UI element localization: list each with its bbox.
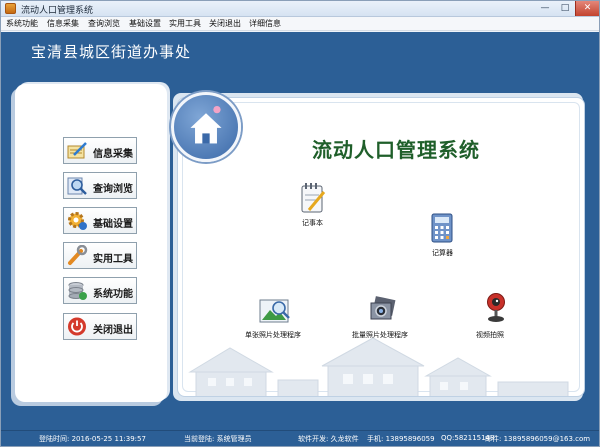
house-logo-icon xyxy=(171,92,241,162)
close-button[interactable]: ✕ xyxy=(575,1,599,16)
nav-panel: 信息采集 查询浏览 基础设置 实用工具 系统功能 关闭退出 xyxy=(15,84,167,402)
nav-settings-button[interactable]: 基础设置 xyxy=(63,207,137,234)
content-panel: 流动人口管理系统 记事本 记算器 单张照片处理程序 批量照片处理程序 视频拍照 xyxy=(177,97,585,397)
menu-collect[interactable]: 信息采集 xyxy=(47,18,79,29)
notebook-pen-icon xyxy=(67,142,87,159)
skyline-illustration xyxy=(188,337,569,396)
database-icon xyxy=(68,282,87,300)
nav-collect-button[interactable]: 信息采集 xyxy=(63,137,137,164)
magnifier-icon xyxy=(67,177,87,195)
menu-details[interactable]: 详细信息 xyxy=(249,18,281,29)
photo-icon xyxy=(259,299,290,323)
status-email: 邮件: 13895896059@163.com xyxy=(485,435,591,443)
maximize-button[interactable]: □ xyxy=(555,1,575,16)
nav-settings-label: 基础设置 xyxy=(93,219,133,230)
main-area: 宝清县城区街道办事处 信息采集 查询浏览 基础设置 实用工具 系统功能 关闭退出… xyxy=(1,32,599,430)
power-icon xyxy=(68,317,86,336)
title-bar[interactable]: 流动人口管理系统 — □ ✕ xyxy=(1,1,599,17)
calculator-icon xyxy=(431,213,453,243)
nav-collect-label: 信息采集 xyxy=(93,149,133,160)
tool-calculator-label: 记算器 xyxy=(432,249,453,257)
nav-system-label: 系统功能 xyxy=(93,289,133,300)
menu-exit[interactable]: 关闭退出 xyxy=(209,18,241,29)
status-developer: 软件开发: 久龙软件 xyxy=(298,435,359,443)
tool-notepad-label: 记事本 xyxy=(302,219,323,227)
window-title: 流动人口管理系统 xyxy=(21,6,94,16)
nav-exit-button[interactable]: 关闭退出 xyxy=(63,313,137,340)
status-login-time: 登陆时间: 2016-05-25 11:39:57 xyxy=(39,435,146,443)
menu-query[interactable]: 查询浏览 xyxy=(88,18,120,29)
nav-system-button[interactable]: 系统功能 xyxy=(63,277,137,304)
minimize-button[interactable]: — xyxy=(535,1,555,16)
nav-tools-button[interactable]: 实用工具 xyxy=(63,242,137,269)
system-title: 流动人口管理系统 xyxy=(312,138,480,162)
wrench-icon xyxy=(68,245,88,265)
menu-tools[interactable]: 实用工具 xyxy=(169,18,201,29)
nav-tools-label: 实用工具 xyxy=(93,254,133,265)
gear-icon xyxy=(68,212,87,230)
org-title: 宝清县城区街道办事处 xyxy=(31,43,192,61)
photo-batch-icon xyxy=(370,296,396,320)
menu-bar: 系统功能 信息采集 查询浏览 基础设置 实用工具 关闭退出 详细信息 xyxy=(1,17,599,31)
app-icon xyxy=(5,3,16,14)
nav-exit-label: 关闭退出 xyxy=(93,325,133,336)
menu-settings[interactable]: 基础设置 xyxy=(129,18,161,29)
nav-query-button[interactable]: 查询浏览 xyxy=(63,172,137,199)
status-current-user: 当前登陆: 系统管理员 xyxy=(184,435,252,443)
status-phone: 手机: 13895896059 xyxy=(367,435,435,443)
app-window: 流动人口管理系统 — □ ✕ 系统功能 信息采集 查询浏览 基础设置 实用工具 … xyxy=(0,0,600,447)
nav-query-label: 查询浏览 xyxy=(93,184,133,195)
status-bar: 登陆时间: 2016-05-25 11:39:57 当前登陆: 系统管理员 软件… xyxy=(1,430,599,446)
menu-system[interactable]: 系统功能 xyxy=(6,18,38,29)
webcam-icon xyxy=(487,293,505,322)
notepad-icon xyxy=(301,183,326,213)
